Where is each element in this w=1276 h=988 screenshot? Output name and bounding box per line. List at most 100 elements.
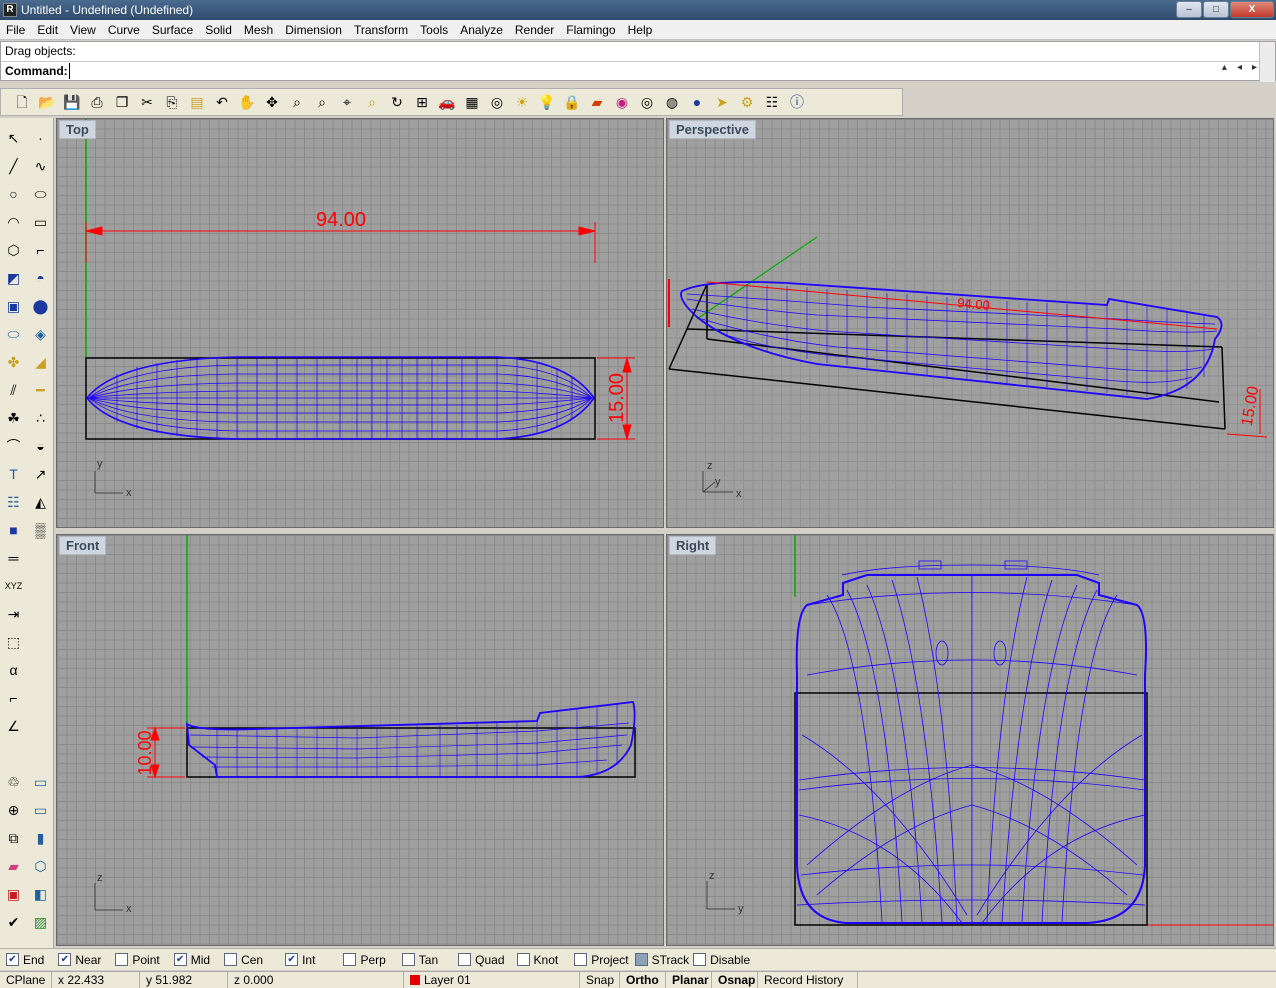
angle-icon[interactable]: α <box>0 656 27 684</box>
osnap-knot[interactable]: Knot <box>516 953 558 967</box>
viewport-right[interactable]: z y Right <box>666 534 1274 946</box>
osnap-mid[interactable]: ✔ Mid <box>173 953 210 967</box>
zoom-selected-icon[interactable]: ⌕ <box>361 91 383 113</box>
view-persp-icon[interactable]: ⬡ <box>27 852 54 880</box>
zoom-icon[interactable]: ⌕ <box>286 91 308 113</box>
solid-box-icon[interactable]: ■ <box>0 516 27 544</box>
checkbox-int[interactable]: ✔ <box>285 953 299 966</box>
rectangle-icon[interactable]: ▭ <box>27 208 54 236</box>
viewport-perspective[interactable]: 94.00 15.00 z y x Perspective <box>666 118 1274 528</box>
command-input[interactable] <box>69 63 1189 79</box>
check-icon[interactable]: ✔ <box>0 908 27 936</box>
osnap-int[interactable]: ✔ Int <box>285 953 315 967</box>
view-right-icon[interactable]: ▮ <box>27 824 54 852</box>
sphere-mesh-icon[interactable]: ◍ <box>661 91 683 113</box>
radius-icon[interactable]: ⌐ <box>0 684 27 712</box>
cylinder-icon[interactable]: ⬭ <box>0 320 27 348</box>
rotate-view-icon[interactable]: ✥ <box>261 91 283 113</box>
car-icon[interactable]: 🚗 <box>436 91 458 113</box>
maximize-button[interactable]: □ <box>1203 1 1229 18</box>
menu-edit[interactable]: Edit <box>31 20 64 40</box>
zoom-extents-icon[interactable]: ⌖ <box>336 91 358 113</box>
menu-surface[interactable]: Surface <box>146 20 199 40</box>
cube-icon[interactable]: ▣ <box>0 880 27 908</box>
join-icon[interactable]: ⫽ <box>0 376 27 404</box>
settings-icon[interactable]: ⚙ <box>736 91 758 113</box>
checkbox-mid[interactable]: ✔ <box>173 953 187 966</box>
menu-curve[interactable]: Curve <box>102 20 146 40</box>
sphere-wire-icon[interactable]: ◎ <box>636 91 658 113</box>
checkbox-disable[interactable] <box>693 953 707 966</box>
boolean-icon[interactable]: ⬤ <box>27 292 54 320</box>
box-icon[interactable]: ▣ <box>0 292 27 320</box>
arc-icon[interactable]: ◠ <box>0 208 27 236</box>
curve-icon[interactable]: ∿ <box>27 152 54 180</box>
layout-icon[interactable]: ▨ <box>27 908 54 936</box>
viewport-label-right[interactable]: Right <box>669 536 717 555</box>
osnap-cen[interactable]: Cen <box>224 953 263 967</box>
status-osnap[interactable]: Osnap <box>712 971 758 988</box>
menu-tools[interactable]: Tools <box>414 20 454 40</box>
osnap-project[interactable]: Project <box>574 953 629 967</box>
zoom-window-icon[interactable]: ⌕ <box>311 91 333 113</box>
grid-icon[interactable]: ▦ <box>461 91 483 113</box>
copy-icon[interactable]: ⎘ <box>161 91 183 113</box>
viewport-label-perspective[interactable]: Perspective <box>669 120 756 139</box>
menu-view[interactable]: View <box>64 20 102 40</box>
paste-icon[interactable]: ▤ <box>186 91 208 113</box>
status-planar[interactable]: Planar <box>666 971 712 988</box>
viewport-label-top[interactable]: Top <box>59 120 96 139</box>
osnap-quad[interactable]: Quad <box>458 953 505 967</box>
menu-solid[interactable]: Solid <box>199 20 238 40</box>
cut-icon[interactable]: ✂ <box>136 91 158 113</box>
viewport-top[interactable]: 94.00 15.00 y x Top <box>56 118 664 528</box>
move-icon[interactable]: ↗ <box>27 460 54 488</box>
surface-icon[interactable]: ◩ <box>0 264 27 292</box>
snap-icon[interactable]: ♲ <box>0 768 27 796</box>
command-left-icon[interactable]: ◂ <box>1237 62 1242 73</box>
menu-file[interactable]: File <box>0 20 31 40</box>
select-arrow-icon[interactable]: ↖ <box>0 124 27 152</box>
polyline-icon[interactable]: ╱ <box>0 152 27 180</box>
osnap-strack[interactable]: STrack <box>634 953 689 967</box>
color-wheel-icon[interactable]: ◉ <box>611 91 633 113</box>
surface-edit-icon[interactable]: ◓ <box>27 264 54 292</box>
four-view-icon[interactable]: ⊞ <box>411 91 433 113</box>
status-record-history[interactable]: Record History <box>758 971 858 988</box>
pan-icon[interactable]: ✋ <box>236 91 258 113</box>
explode-icon[interactable]: ∴ <box>27 404 54 432</box>
point-icon[interactable]: · <box>27 124 54 152</box>
osnap-point[interactable]: Point <box>115 953 160 967</box>
checkbox-cen[interactable] <box>224 953 238 966</box>
array-icon[interactable]: ☷ <box>0 488 27 516</box>
export-icon[interactable]: ❐ <box>111 91 133 113</box>
sun-icon[interactable]: ☀ <box>511 91 533 113</box>
open-icon[interactable]: 📂 <box>36 91 58 113</box>
osnap-disable[interactable]: Disable <box>693 953 750 967</box>
minimize-button[interactable]: – <box>1176 1 1202 18</box>
status-snap[interactable]: Snap <box>580 971 620 988</box>
command-spin-icon[interactable]: ▴ <box>1222 62 1227 73</box>
xyz-icon[interactable]: XYZ <box>0 572 27 600</box>
bbox-icon[interactable]: ⬚ <box>0 628 27 656</box>
view-cplane-icon[interactable]: ◧ <box>27 880 54 908</box>
cursor-icon[interactable]: ➤ <box>711 91 733 113</box>
save-icon[interactable]: 💾 <box>61 91 83 113</box>
split-icon[interactable]: ◒ <box>27 432 54 460</box>
checkbox-quad[interactable] <box>458 953 472 966</box>
osnap-tan[interactable]: Tan <box>401 953 438 967</box>
distance-icon[interactable]: ⇥ <box>0 600 27 628</box>
menu-transform[interactable]: Transform <box>348 20 414 40</box>
menu-flamingo[interactable]: Flamingo <box>560 20 621 40</box>
ruler-icon[interactable]: ═ <box>0 544 27 572</box>
ellipse-icon[interactable]: ⬭ <box>27 180 54 208</box>
checkbox-knot[interactable] <box>516 953 530 966</box>
checkbox-project[interactable] <box>574 953 588 966</box>
checkbox-near[interactable]: ✔ <box>58 953 72 966</box>
status-ortho[interactable]: Ortho <box>620 971 666 988</box>
checkbox-point[interactable] <box>115 953 129 966</box>
checkbox-strack[interactable] <box>634 953 648 966</box>
dimension-icon[interactable]: ━ <box>27 376 54 404</box>
options-icon[interactable]: ☷ <box>761 91 783 113</box>
menu-dimension[interactable]: Dimension <box>279 20 348 40</box>
